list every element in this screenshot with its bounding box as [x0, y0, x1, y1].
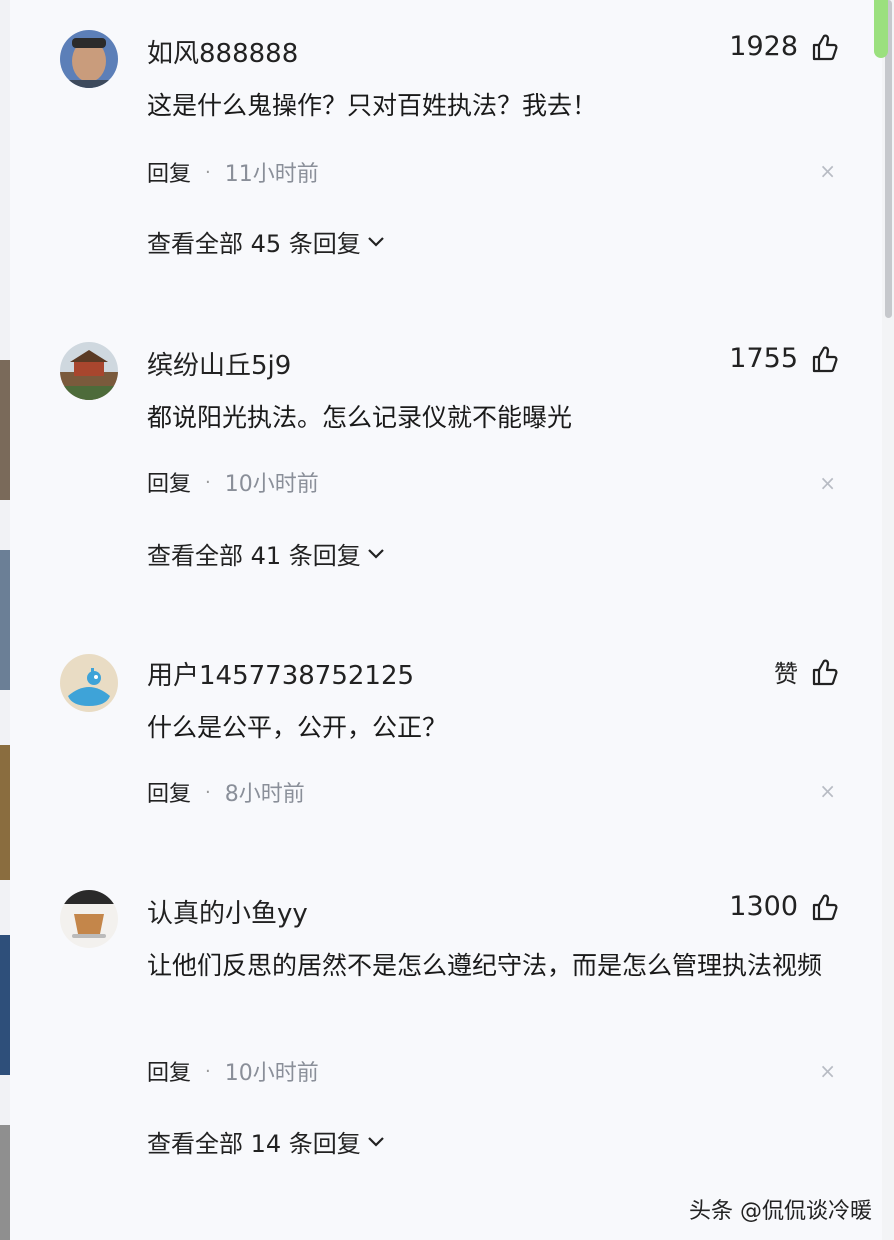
like-button[interactable]: 1300 — [729, 891, 840, 922]
comment-meta: 回复 · 10小时前 — [147, 1055, 319, 1087]
view-replies-button[interactable]: 查看全部 14 条回复 — [147, 1124, 385, 1159]
close-icon[interactable]: × — [819, 781, 836, 801]
comment-username[interactable]: 认真的小鱼yy — [147, 893, 308, 930]
comment-text: 什么是公平，公开，公正？ — [147, 713, 448, 742]
view-replies-button[interactable]: 查看全部 45 条回复 — [147, 224, 385, 259]
separator: · — [205, 781, 211, 803]
close-icon[interactable]: × — [819, 473, 836, 493]
comment-meta: 回复 · 10小时前 — [147, 466, 319, 498]
thumbs-up-icon — [812, 894, 838, 920]
comment-text: 让他们反思的居然不是怎么遵纪守法，而是怎么管理执法视频 — [147, 951, 823, 980]
separator: · — [205, 471, 211, 493]
comment-username[interactable]: 如风888888 — [147, 33, 298, 70]
cropped-thumbnail — [0, 360, 10, 500]
scroll-accent — [874, 0, 888, 58]
close-icon[interactable]: × — [819, 1061, 836, 1081]
reply-button[interactable]: 回复 — [147, 156, 191, 188]
avatar[interactable] — [60, 890, 118, 948]
avatar[interactable] — [60, 30, 118, 88]
like-count: 赞 — [774, 660, 798, 688]
comment-text: 这是什么鬼操作？只对百姓执法？我去！ — [147, 91, 598, 120]
cropped-thumbnail — [0, 550, 10, 690]
like-button[interactable]: 1755 — [729, 343, 840, 374]
separator: · — [205, 161, 211, 183]
thumbs-up-icon — [812, 34, 838, 60]
like-count: 1300 — [729, 891, 798, 922]
comment-meta: 回复 · 11小时前 — [147, 156, 319, 188]
scrollbar[interactable] — [882, 0, 894, 1240]
separator: · — [205, 1060, 211, 1082]
like-button[interactable]: 1928 — [729, 31, 840, 62]
avatar[interactable] — [60, 342, 118, 400]
cropped-thumbnail — [0, 745, 10, 880]
chevron-down-icon — [368, 1136, 384, 1147]
comment-text: 都说阳光执法。怎么记录仪就不能曝光 — [147, 403, 573, 432]
chevron-down-icon — [368, 236, 384, 247]
reply-button[interactable]: 回复 — [147, 1055, 191, 1087]
comment-username[interactable]: 用户1457738752125 — [147, 655, 414, 692]
view-replies-label: 查看全部 14 条回复 — [147, 1130, 361, 1158]
reply-button[interactable]: 回复 — [147, 776, 191, 808]
close-icon[interactable]: × — [819, 161, 836, 181]
watermark: 头条 @侃侃谈冷暖 — [689, 1199, 872, 1224]
view-replies-label: 查看全部 41 条回复 — [147, 542, 361, 570]
timestamp: 10小时前 — [224, 1061, 319, 1086]
timestamp: 8小时前 — [224, 782, 305, 807]
timestamp: 11小时前 — [224, 162, 319, 187]
comment-meta: 回复 · 8小时前 — [147, 776, 305, 808]
view-replies-label: 查看全部 45 条回复 — [147, 230, 361, 258]
like-count: 1928 — [729, 31, 798, 62]
timestamp: 10小时前 — [224, 472, 319, 497]
like-count: 1755 — [729, 343, 798, 374]
thumbs-up-icon — [812, 346, 838, 372]
chevron-down-icon — [368, 548, 384, 559]
cropped-thumbnail — [0, 935, 10, 1075]
avatar[interactable] — [60, 654, 118, 712]
view-replies-button[interactable]: 查看全部 41 条回复 — [147, 536, 385, 571]
like-button[interactable]: 赞 — [774, 654, 840, 689]
thumbs-up-icon — [812, 659, 838, 685]
reply-button[interactable]: 回复 — [147, 466, 191, 498]
comment-username[interactable]: 缤纷山丘5j9 — [147, 345, 291, 382]
cropped-thumbnail — [0, 1125, 10, 1240]
left-cropped-column — [0, 0, 10, 1240]
